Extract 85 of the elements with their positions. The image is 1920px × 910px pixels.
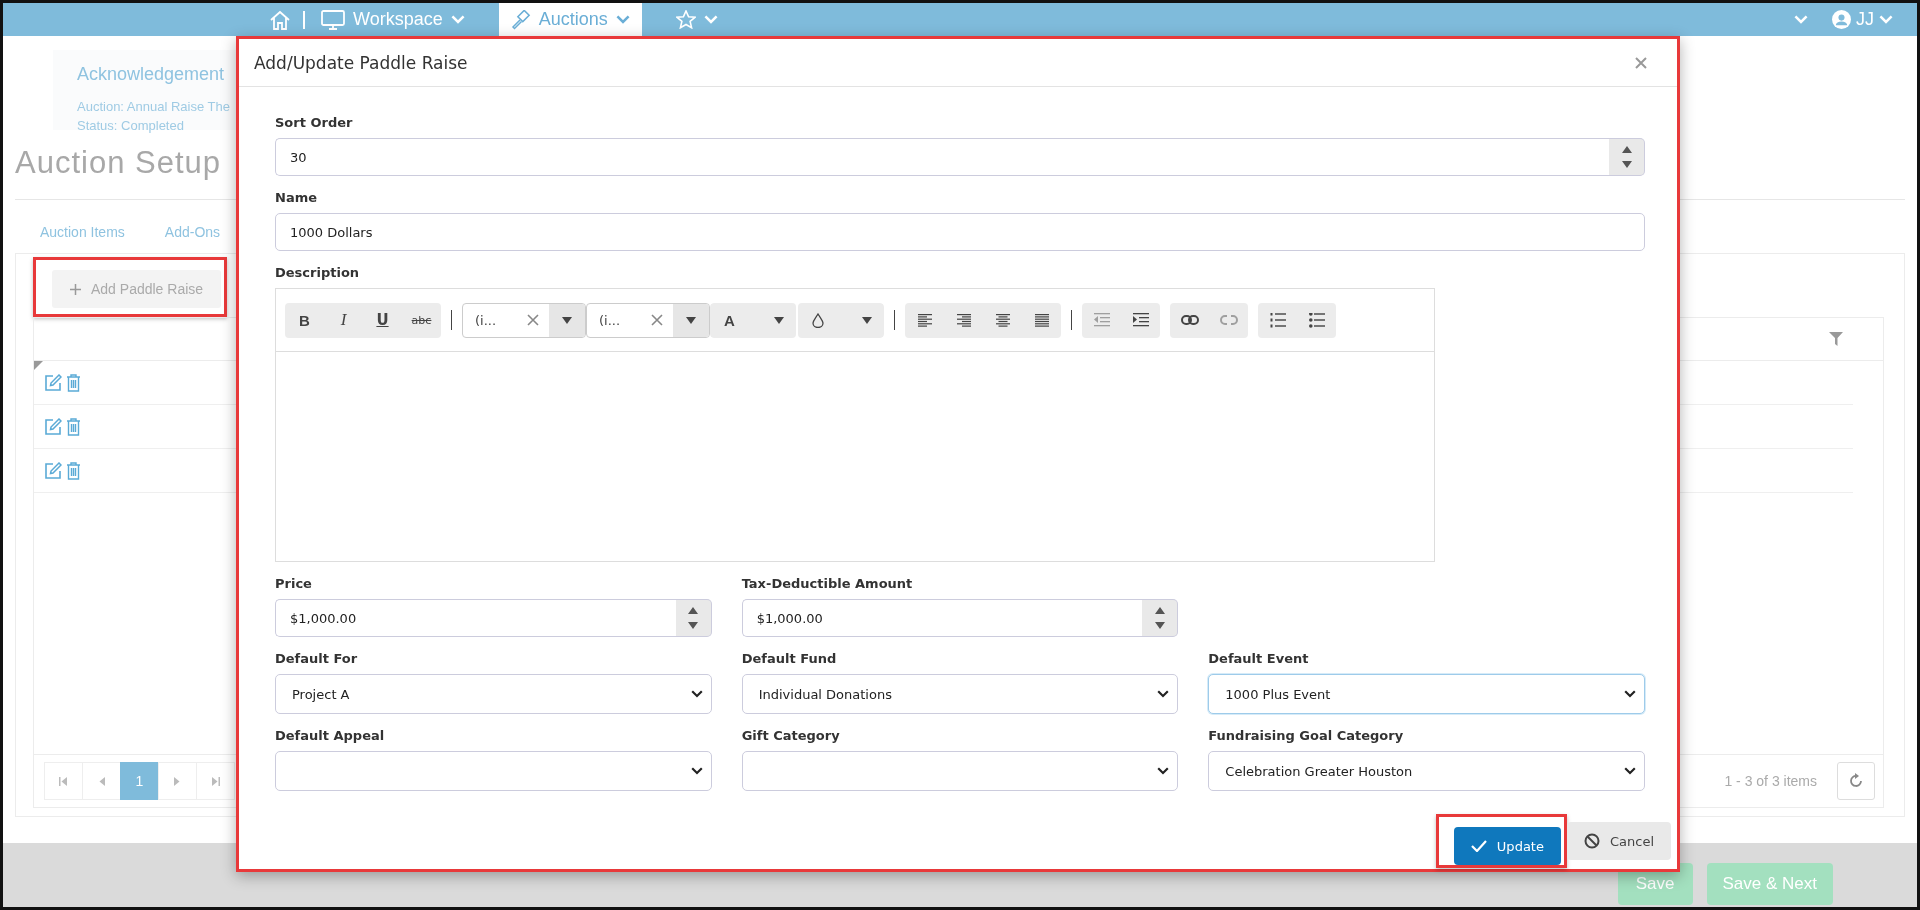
field-label: Tax-Deductible Amount xyxy=(741,575,914,593)
chevron-down-icon xyxy=(450,15,465,24)
chevron-down-icon xyxy=(690,767,703,775)
field-label: Description xyxy=(275,264,361,282)
strike-button[interactable]: abc xyxy=(402,302,441,338)
caret-icon xyxy=(562,316,572,324)
font-combo[interactable]: (i... xyxy=(586,302,710,338)
refresh-icon xyxy=(1848,773,1864,789)
update-button[interactable]: Update xyxy=(1453,827,1561,865)
field-label: Fundraising Goal Category xyxy=(1208,727,1405,745)
justify-icon xyxy=(1034,313,1049,327)
info-line: Auction: Annual Raise The xyxy=(77,98,230,116)
dropdown[interactable]: Celebration Greater Houston xyxy=(1208,751,1645,791)
check-icon xyxy=(1470,840,1487,852)
chevron-down-icon xyxy=(1157,767,1170,775)
cancel-icon xyxy=(1583,833,1600,849)
edit-icon[interactable] xyxy=(44,373,62,392)
cancel-button[interactable]: Cancel xyxy=(1566,822,1671,860)
first-page-icon xyxy=(59,776,68,786)
gavel-icon xyxy=(510,9,531,30)
user-avatar-icon xyxy=(1832,10,1851,29)
bullet-list-icon xyxy=(1308,312,1325,328)
caret-icon xyxy=(774,316,784,324)
pager-summary: 1 - 3 of 3 items xyxy=(1724,773,1817,789)
chevron-down-icon xyxy=(1879,15,1893,24)
indent-icon xyxy=(1132,313,1149,327)
close-icon[interactable] xyxy=(1635,56,1647,69)
pager-first-button[interactable] xyxy=(44,762,83,800)
chevron-down-icon xyxy=(615,15,630,24)
droplet-icon xyxy=(812,312,824,328)
chevron-down-icon xyxy=(690,690,703,698)
ordered-list-icon xyxy=(1269,312,1286,328)
align-center-icon xyxy=(995,313,1010,327)
field-label: Default Event xyxy=(1208,650,1310,668)
filter-icon[interactable] xyxy=(1829,332,1843,346)
dropdown[interactable]: 1000 Plus Event xyxy=(1208,674,1645,714)
chevron-down-icon xyxy=(703,15,718,24)
bold-button[interactable]: B xyxy=(285,302,324,338)
info-line: Status: Completed xyxy=(77,117,184,135)
clear-icon[interactable] xyxy=(527,314,539,326)
unlink-icon xyxy=(1219,314,1238,326)
pager-last-button[interactable] xyxy=(196,762,235,800)
caret-icon xyxy=(686,316,696,324)
chevron-down-icon xyxy=(1624,767,1636,775)
dropdown[interactable] xyxy=(741,751,1179,791)
align-right-icon xyxy=(956,313,971,327)
edit-icon[interactable] xyxy=(44,417,62,436)
link-icon xyxy=(1180,314,1199,326)
font-color-picker[interactable]: A xyxy=(710,302,796,338)
delete-icon[interactable] xyxy=(66,461,81,480)
delete-icon[interactable] xyxy=(66,417,81,436)
refresh-button[interactable] xyxy=(1837,762,1875,800)
italic-button[interactable]: I xyxy=(324,302,363,338)
field-label: Default For xyxy=(275,650,359,668)
droplet-picker[interactable] xyxy=(798,302,884,338)
chevron-down-icon xyxy=(1794,15,1808,24)
rich-text-editor[interactable]: B I U abc (i... (i... A xyxy=(275,288,1435,562)
next-page-icon xyxy=(173,776,182,786)
field-label: Default Fund xyxy=(741,650,838,668)
delete-icon[interactable] xyxy=(66,373,81,392)
underline-button[interactable]: U xyxy=(363,302,402,338)
clear-icon[interactable] xyxy=(651,314,663,326)
dropdown[interactable] xyxy=(275,751,712,791)
chevron-down-icon xyxy=(1624,690,1636,698)
edit-icon[interactable] xyxy=(44,461,62,480)
font-combo[interactable]: (i... xyxy=(462,302,586,338)
outdent-icon xyxy=(1093,313,1110,327)
star-icon xyxy=(675,10,696,29)
dropdown[interactable]: Project A xyxy=(275,674,712,714)
prev-page-icon xyxy=(97,776,106,786)
text-field[interactable]: 1000 Dollars xyxy=(275,213,1645,251)
monitor-icon xyxy=(321,9,345,30)
align-left-icon xyxy=(917,313,932,327)
plus-icon xyxy=(70,283,81,295)
dialog-title: Add/Update Paddle Raise xyxy=(254,52,468,73)
home-icon xyxy=(269,9,291,30)
info-title: Acknowledgement xyxy=(77,64,225,85)
chevron-down-icon xyxy=(1157,690,1170,698)
field-label: Gift Category xyxy=(741,727,841,745)
field-label: Sort Order xyxy=(275,114,354,132)
field-label: Default Appeal xyxy=(275,727,386,745)
field-label: Price xyxy=(275,575,313,593)
last-page-icon xyxy=(211,776,220,786)
dropdown[interactable]: Individual Donations xyxy=(741,674,1179,714)
caret-icon xyxy=(862,316,872,324)
